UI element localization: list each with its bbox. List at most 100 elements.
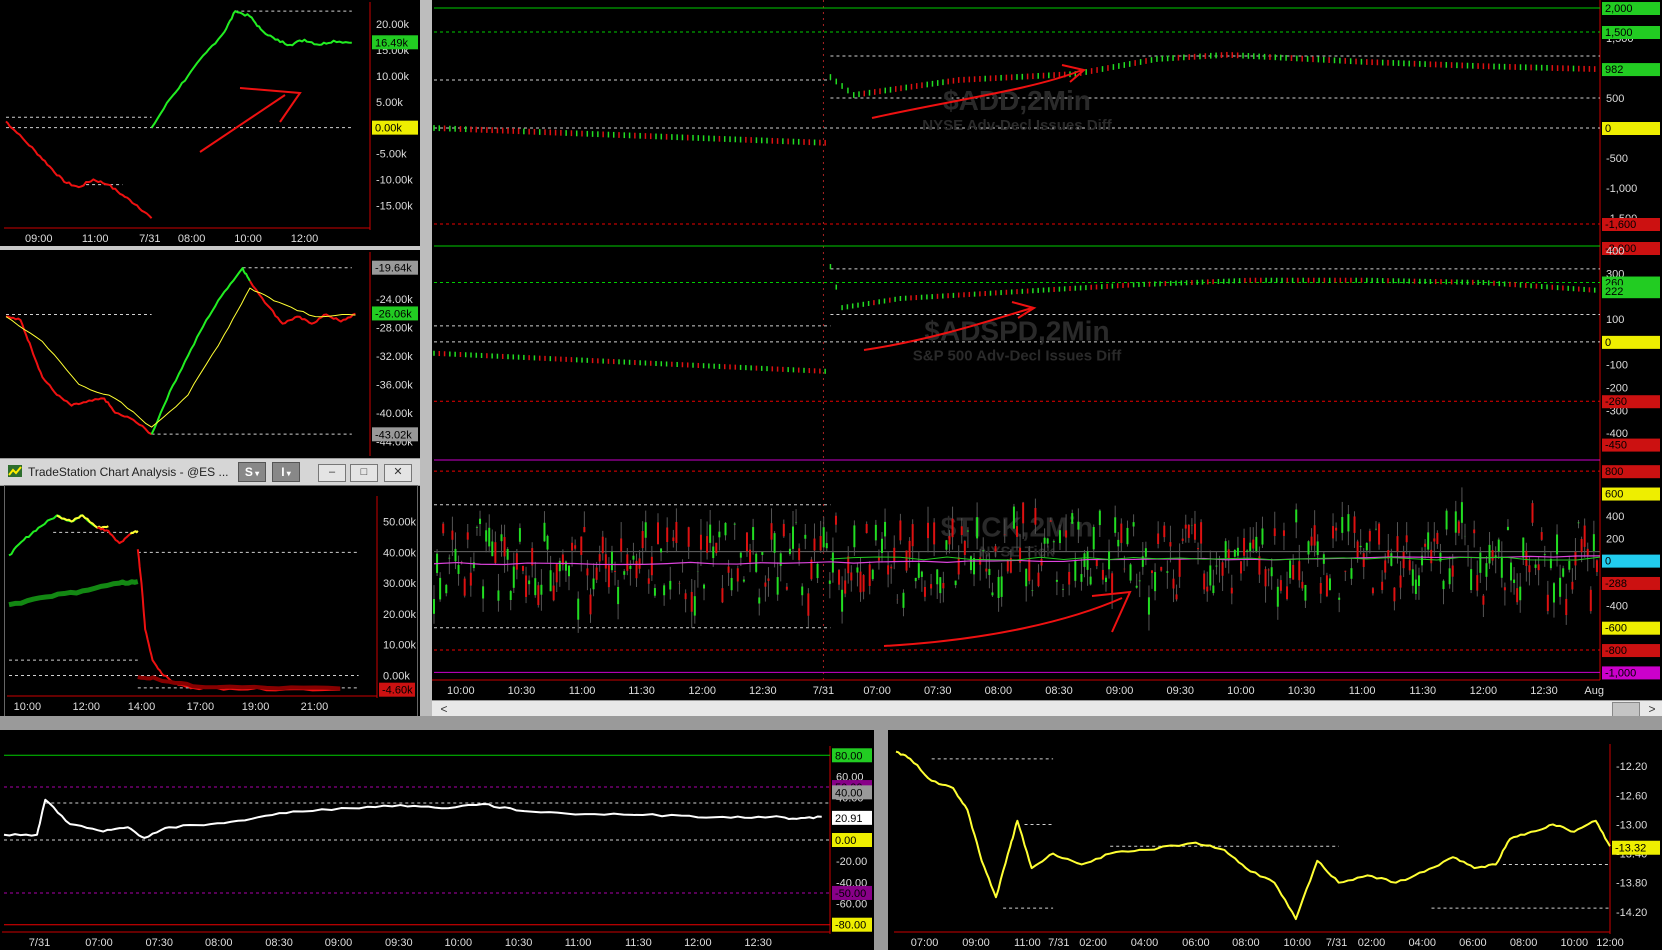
x-tick-label: 12:00 (291, 233, 319, 245)
x-tick-label: 09:00 (1106, 685, 1134, 697)
series-line (150, 267, 251, 435)
horizontal-scrollbar[interactable]: < > (432, 700, 1662, 717)
x-tick-label: 07:00 (911, 937, 939, 949)
y-tick-label: 400 (1606, 246, 1624, 258)
y-tick-label: -400 (1606, 600, 1628, 612)
x-tick-label: 12:30 (1530, 685, 1558, 697)
value-badge-label: 0 (1605, 337, 1611, 349)
value-badge-label: 0.00k (375, 123, 402, 135)
x-tick-label: 17:00 (187, 701, 215, 713)
s-dropdown-button[interactable]: S ▾ (238, 462, 266, 482)
value-badge-label: 0 (1605, 556, 1611, 568)
x-tick-label: 11:30 (1409, 685, 1436, 697)
x-tick-label: 10:00 (14, 701, 42, 713)
x-tick-label: 11:30 (628, 685, 655, 697)
chart-watermark-subtitle: NYSE Adv-Decl Issues Diff (922, 117, 1113, 134)
value-badge-label: -600 (1605, 623, 1627, 635)
scroll-right-arrow[interactable]: > (1644, 701, 1660, 717)
x-tick-label: 11:30 (625, 937, 652, 949)
value-badge-label: 600 (1605, 489, 1623, 501)
minimize-button[interactable]: – (318, 464, 346, 482)
series-line (895, 750, 1611, 921)
x-tick-label: 04:00 (1131, 937, 1159, 949)
y-tick-label: -20.00 (836, 856, 867, 868)
y-tick-label: -12.20 (1616, 761, 1647, 773)
restore-icon: □ (360, 466, 368, 478)
x-tick-label: 21:00 (301, 701, 329, 713)
y-tick-label: -40.00k (376, 408, 413, 420)
y-tick-label: -100 (1606, 360, 1628, 372)
x-tick-label: 10:30 (508, 685, 536, 697)
value-badge-label: -450 (1605, 440, 1627, 452)
vertical-divider (420, 0, 432, 725)
x-tick-label: 12:30 (744, 937, 772, 949)
value-badge-label: 2,000 (1605, 3, 1633, 15)
y-tick-label: 30.00k (383, 578, 417, 590)
scroll-thumb[interactable] (1612, 702, 1640, 717)
x-tick-label: 02:00 (1358, 937, 1386, 949)
chart-add-daily: 20.00k15.00k10.00k5.00k-5.00k-10.00k-15.… (4, 2, 418, 245)
chart-main: $ADD,2MinNYSE Adv-Decl Issues Diff2,0001… (432, 0, 1660, 697)
panel-main-chart: $ADD,2MinNYSE Adv-Decl Issues Diff2,0001… (432, 0, 1662, 700)
x-tick-label: 08:00 (985, 685, 1013, 697)
scroll-left-arrow[interactable]: < (436, 701, 452, 717)
y-tick-label: 40.00k (383, 547, 417, 559)
series-line (3, 798, 822, 839)
series-line (8, 579, 139, 608)
x-tick-label: 11:00 (82, 233, 109, 245)
series-line (136, 549, 341, 692)
series-line (129, 530, 139, 535)
x-tick-label: 08:00 (205, 937, 233, 949)
close-icon: ✕ (393, 466, 403, 478)
chart-es: 50.00k 40.00k 30.00k 20.00k 10.00k 0.00k 10:00… (7, 496, 417, 713)
chart-adspd-daily: -24.00k-28.00k-32.00k-36.00k-40.00k-44.0… (5, 252, 418, 456)
s-button-label: S (244, 465, 253, 479)
close-button[interactable]: ✕ (384, 464, 412, 482)
series-line (5, 315, 153, 436)
panel-es-window: 50.00k 40.00k 30.00k 20.00k 10.00k 0.00k 10:00… (4, 485, 418, 717)
x-tick-label: 10:00 (1561, 937, 1589, 949)
value-badge-label: 80.00 (835, 750, 863, 762)
x-tick-label: 10:30 (505, 937, 533, 949)
panel-add-daily: 20.00k 15.00k 10.00k 5.00k -5.00k -10.00k -15.… (0, 0, 420, 246)
x-tick-label: 7/31 (813, 685, 834, 697)
x-tick-label: 7/31 (139, 233, 160, 245)
value-badge-label: -1,000 (1605, 667, 1636, 679)
x-tick-label: 10:00 (445, 937, 473, 949)
y-tick-label: -400 (1606, 428, 1628, 440)
x-tick-label: 10:00 (447, 685, 475, 697)
x-tick-label: 08:30 (265, 937, 293, 949)
y-tick-label: -200 (1606, 383, 1628, 395)
value-badge-label: 20.91 (835, 813, 863, 825)
y-tick-label: -36.00k (376, 379, 413, 391)
x-tick-label: 10:00 (1227, 685, 1255, 697)
value-badge-label: -26.06k (375, 308, 412, 320)
x-tick-label: 06:00 (1459, 937, 1487, 949)
value-badge-label: -80.00 (835, 920, 866, 932)
panel-bottom-right: -12.20-12.60-13.00-13.40-13.80-14.2007:0… (888, 732, 1662, 950)
value-badge-label: -260 (1605, 396, 1627, 408)
window-titlebar[interactable]: TradeStation Chart Analysis - @ES ... S … (0, 458, 420, 486)
window-title: TradeStation Chart Analysis - @ES ... (28, 465, 229, 479)
y-tick-label: 10.00k (383, 640, 417, 652)
x-tick-label: 06:00 (1182, 937, 1210, 949)
x-tick-label: 7/31 (1048, 937, 1069, 949)
x-tick-label: 12:00 (1596, 937, 1624, 949)
i-dropdown-button[interactable]: I ▾ (272, 462, 300, 482)
x-tick-label: 11:00 (569, 685, 596, 697)
annotation-arrow (883, 597, 1123, 647)
x-tick-label: 07:00 (863, 685, 891, 697)
x-tick-label: 09:00 (962, 937, 990, 949)
panel-adspd-daily: -24.00k -28.00k -32.00k -36.00k -40.00k -44.0… (0, 250, 420, 458)
value-badge-label: -43.02k (375, 429, 412, 441)
value-badge-label: -288 (1605, 578, 1627, 590)
y-tick-label: 500 (1606, 93, 1624, 105)
value-badge-label: 222 (1605, 286, 1623, 298)
restore-button[interactable]: □ (350, 464, 378, 482)
y-tick-label: 50.00k (383, 517, 417, 529)
value-badge-label: 982 (1605, 64, 1623, 76)
y-tick-label: 5.00k (376, 97, 403, 109)
y-tick-label: 20.00k (376, 19, 410, 31)
series-line (5, 287, 356, 428)
x-tick-label: Aug (1584, 685, 1604, 697)
